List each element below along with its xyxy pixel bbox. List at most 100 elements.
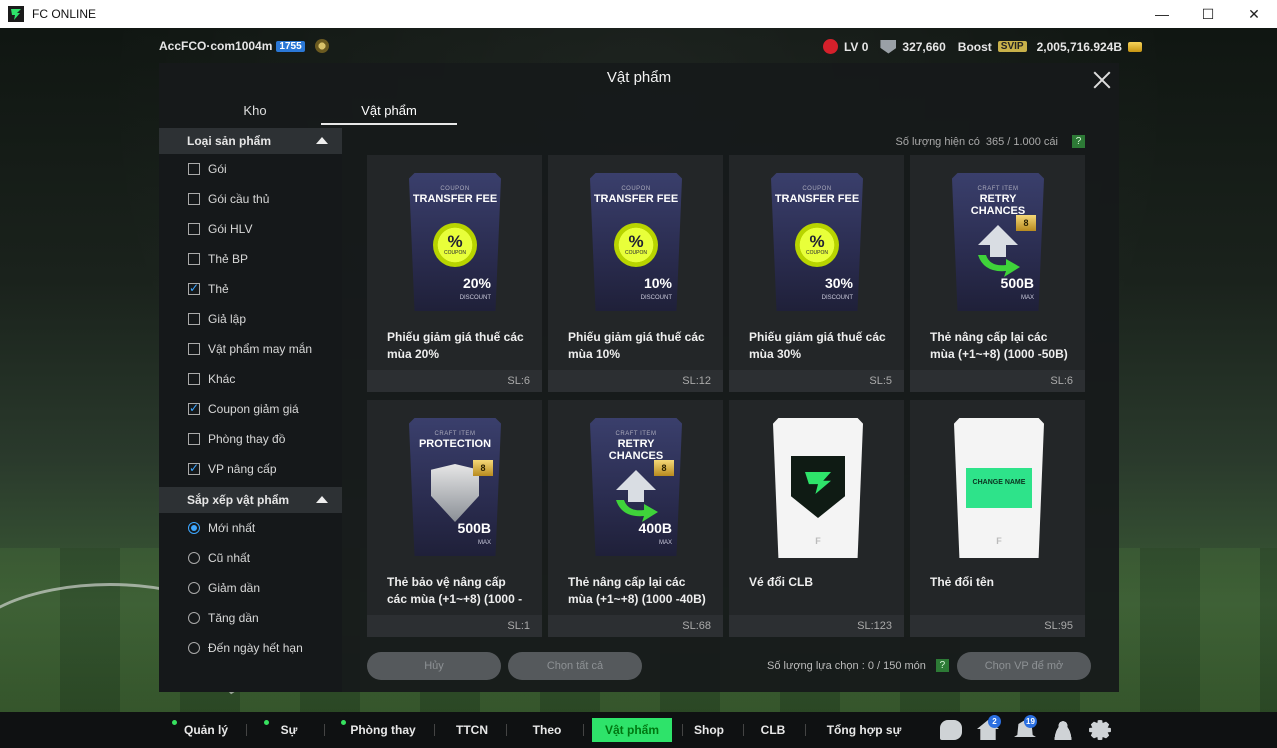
item-card[interactable]: COUPON TRANSFER FEE% COUPON 10% DISCOUNT Phiế… <box>548 155 723 392</box>
maximize-button[interactable]: ☐ <box>1185 0 1231 28</box>
nav-shop[interactable]: Shop <box>694 718 724 742</box>
item-card[interactable]: COUPON TRANSFER FEE% COUPON 20% DISCOUNT Phiế… <box>367 155 542 392</box>
nav-ttcn[interactable]: TTCN <box>456 718 488 742</box>
item-name: Phiếu giảm giá thuế các mùa 30% <box>749 330 886 361</box>
window-close-button[interactable]: ✕ <box>1231 0 1277 28</box>
item-card[interactable]: CHANGE NAME F Thẻ đổi tên SL:95 <box>910 400 1085 637</box>
category-list: Gói Gói cầu thủ Gói HLV Thẻ BP Thẻ Giả lập Vật… <box>159 154 342 484</box>
category-option-label: Gói <box>208 162 227 176</box>
boost-label: Boost <box>957 39 992 54</box>
checkbox-icon[interactable] <box>188 433 200 445</box>
coupon-percent-icon: % COUPON <box>795 223 839 267</box>
item-card-art: COUPON TRANSFER FEE% COUPON 20% DISCOUNT <box>409 173 501 311</box>
gold-bar-icon <box>1128 41 1142 52</box>
checkbox-icon[interactable] <box>188 313 200 325</box>
points-value: 327,660 <box>902 39 946 54</box>
select-all-button[interactable]: Chọn tất cả <box>508 652 642 680</box>
help-icon[interactable]: ? <box>935 659 949 672</box>
selection-count-text: Số lượng lựa chọn : 0 / 150 món <box>767 659 926 672</box>
item-card[interactable]: CRAFT ITEM PROTECTION 8 500B MAX Thẻ bảo vệ n… <box>367 400 542 637</box>
category-option[interactable]: Coupon giảm giá <box>159 394 342 424</box>
currency-stats: LV 0 327,660 Boost SVIP 2,005,716.924B <box>822 39 1142 54</box>
sort-list: Mới nhất Cũ nhất Giảm dần Tăng dần Đến ngày … <box>159 513 342 663</box>
coupon-word: COUPON <box>444 250 466 256</box>
checkbox-icon[interactable] <box>188 163 200 175</box>
chat-icon[interactable] <box>940 720 962 740</box>
nav-vat-pham[interactable]: Vật phẩm <box>592 718 672 742</box>
nav-tong-hop-su-kien[interactable]: Tổng hợp sự kiện <box>822 718 906 748</box>
checkbox-icon[interactable] <box>188 343 200 355</box>
category-option[interactable]: Gói <box>159 154 342 184</box>
category-option[interactable]: Gói HLV <box>159 214 342 244</box>
sort-option[interactable]: Cũ nhất <box>159 543 342 573</box>
card-value: 400B <box>638 520 672 536</box>
category-option[interactable]: Phòng thay đồ <box>159 424 342 454</box>
checkbox-checked-icon[interactable] <box>188 461 200 475</box>
item-card-art: CRAFT ITEM PROTECTION 8 500B MAX <box>409 418 501 556</box>
new-dot <box>264 720 269 725</box>
club-change-icon <box>791 456 845 518</box>
team-crest-icon <box>314 39 329 53</box>
profile-icon[interactable] <box>1052 720 1074 740</box>
coupon-word: COUPON <box>625 250 647 256</box>
upgrade-level-badge: 8 <box>1016 215 1036 231</box>
tab-kho[interactable]: Kho <box>179 99 331 125</box>
nav-label: Theo dõi <box>532 723 562 748</box>
nav-su-kien[interactable]: Sự kiện <box>264 718 308 748</box>
coupon-word: COUPON <box>806 250 828 256</box>
category-header-label: Loại sản phẩm <box>187 134 272 148</box>
category-option-label: Giả lập <box>208 312 247 326</box>
checkbox-icon[interactable] <box>188 253 200 265</box>
radio-selected-icon[interactable] <box>188 522 200 534</box>
sort-option[interactable]: Đến ngày hết hạn <box>159 633 342 663</box>
category-option[interactable]: Vật phẩm may mắn <box>159 334 342 364</box>
angry-face-icon <box>822 39 838 54</box>
radio-icon[interactable] <box>188 612 200 624</box>
nav-theo-doi[interactable]: Theo dõi <box>525 718 569 748</box>
category-section-header[interactable]: Loại sản phẩm <box>159 128 342 154</box>
item-card[interactable]: CRAFT ITEM RETRY CHANCES 8 500B MAX Thẻ nâng … <box>910 155 1085 392</box>
category-option[interactable]: Khác <box>159 364 342 394</box>
category-option[interactable]: Thẻ <box>159 274 342 304</box>
sort-section-header[interactable]: Sắp xếp vật phẩm <box>159 487 342 513</box>
gear-icon[interactable] <box>1089 720 1111 740</box>
category-option[interactable]: Giả lập <box>159 304 342 334</box>
checkbox-icon[interactable] <box>188 223 200 235</box>
item-card[interactable]: F Vé đổi CLB SL:123 <box>729 400 904 637</box>
checkbox-icon[interactable] <box>188 193 200 205</box>
category-option[interactable]: Gói cầu thủ <box>159 184 342 214</box>
checkbox-checked-icon[interactable] <box>188 281 200 295</box>
item-quantity: SL:95 <box>910 615 1085 637</box>
sort-option[interactable]: Giảm dần <box>159 573 342 603</box>
fc-logo-icon: F <box>815 536 821 546</box>
nav-clb[interactable]: CLB <box>760 718 786 742</box>
tab-vat-pham[interactable]: Vật phẩm <box>321 99 457 125</box>
radio-icon[interactable] <box>188 642 200 654</box>
percent-symbol: % <box>447 232 463 251</box>
checkbox-icon[interactable] <box>188 373 200 385</box>
open-items-button[interactable]: Chọn VP để mở <box>957 652 1091 680</box>
card-subtitle: CRAFT ITEM <box>615 431 657 437</box>
radio-icon[interactable] <box>188 552 200 564</box>
category-option[interactable]: VP nâng cấp <box>159 454 342 484</box>
radio-icon[interactable] <box>188 582 200 594</box>
item-card[interactable]: CRAFT ITEM RETRY CHANCES 8 400B MAX Thẻ nâng … <box>548 400 723 637</box>
checkbox-checked-icon[interactable] <box>188 401 200 415</box>
item-card-art: COUPON TRANSFER FEE% COUPON 10% DISCOUNT <box>590 173 682 311</box>
category-option[interactable]: Thẻ BP <box>159 244 342 274</box>
sort-option[interactable]: Tăng dần <box>159 603 342 633</box>
close-icon[interactable] <box>1087 65 1117 95</box>
minimize-button[interactable]: — <box>1139 0 1185 28</box>
gold-value: 2,005,716.924B <box>1036 39 1122 54</box>
cancel-button[interactable]: Hủy <box>367 652 501 680</box>
nav-quan-ly-ct[interactable]: Quản lý CT <box>172 718 234 748</box>
help-icon[interactable]: ? <box>1072 135 1085 148</box>
category-option-label: Thẻ <box>208 282 229 296</box>
category-option-label: Phòng thay đồ <box>208 432 286 446</box>
nav-phong-thay-do[interactable]: Phòng thay đồ <box>341 718 419 748</box>
account-info[interactable]: AccFCO·com1004m 1755 <box>159 39 329 53</box>
card-value-sub: MAX <box>477 540 491 546</box>
sort-option[interactable]: Mới nhất <box>159 513 342 543</box>
item-card[interactable]: COUPON TRANSFER FEE% COUPON 30% DISCOUNT Phiế… <box>729 155 904 392</box>
card-subtitle: COUPON <box>802 186 832 192</box>
